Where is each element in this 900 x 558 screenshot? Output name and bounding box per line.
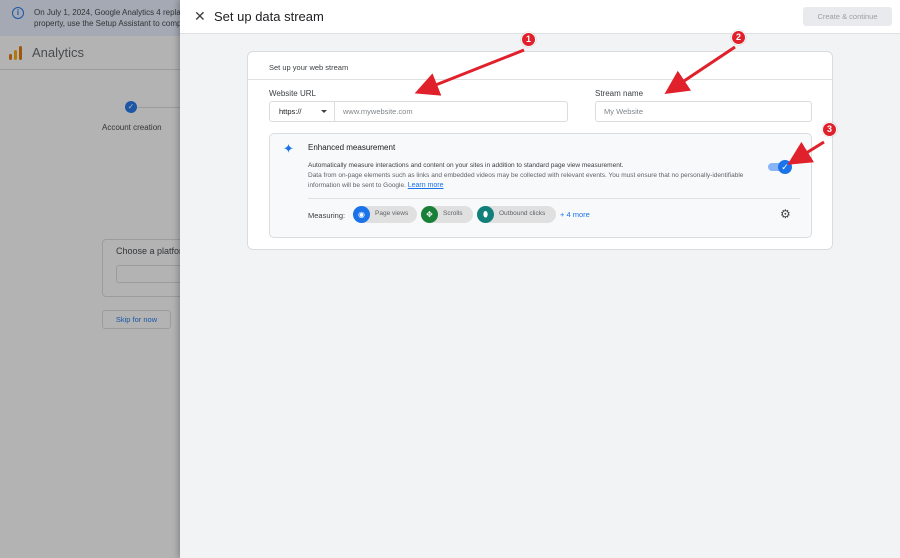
annotation-badge-3: 3 bbox=[822, 122, 837, 137]
web-stream-card: Set up your web stream Website URL https… bbox=[247, 51, 833, 250]
divider bbox=[308, 198, 800, 199]
chip-outbound-clicks[interactable]: ⬮ Outbound clicks bbox=[477, 206, 556, 223]
protocol-select[interactable]: https:// bbox=[269, 101, 335, 122]
description-detail-text: Data from on-page elements such as links… bbox=[308, 172, 744, 189]
description-line: Automatically measure interactions and c… bbox=[308, 162, 624, 169]
protocol-value: https:// bbox=[279, 107, 302, 116]
annotation-badge-1: 1 bbox=[521, 32, 536, 47]
toggle-check-icon[interactable]: ✓ bbox=[778, 160, 792, 174]
learn-more-link[interactable]: Learn more bbox=[408, 182, 444, 189]
create-continue-button[interactable]: Create & continue bbox=[803, 7, 892, 26]
setup-panel: ✕ Set up data stream Create & continue S… bbox=[180, 0, 900, 558]
website-url-label: Website URL bbox=[269, 89, 316, 98]
panel-title: Set up data stream bbox=[214, 9, 324, 24]
sparkle-icon: ✦ bbox=[283, 141, 294, 156]
measuring-label: Measuring: bbox=[308, 211, 346, 220]
divider bbox=[248, 79, 832, 80]
gear-icon[interactable]: ⚙ bbox=[780, 208, 791, 220]
stream-name-input[interactable]: My Website bbox=[595, 101, 812, 122]
enhanced-measurement-description: Automatically measure interactions and c… bbox=[308, 161, 756, 191]
close-icon[interactable]: ✕ bbox=[194, 8, 206, 24]
website-url-input[interactable]: www.mywebsite.com bbox=[335, 101, 568, 122]
description-detail: Data from on-page elements such as links… bbox=[308, 171, 756, 191]
enhanced-measurement-box: ✦ Enhanced measurement Automatically mea… bbox=[269, 133, 812, 238]
chip-scrolls[interactable]: ✥ Scrolls bbox=[421, 206, 473, 223]
panel-header: ✕ Set up data stream Create & continue bbox=[180, 0, 900, 34]
annotation-badge-2: 2 bbox=[731, 30, 746, 45]
chip-page-views[interactable]: ◉ Page views bbox=[353, 206, 417, 223]
caret-down-icon bbox=[321, 110, 327, 113]
chip-label: Scrolls bbox=[443, 210, 463, 217]
eye-icon: ◉ bbox=[353, 206, 370, 223]
more-events-link[interactable]: + 4 more bbox=[560, 210, 590, 219]
lock-icon: ⬮ bbox=[477, 206, 494, 223]
chip-label: Outbound clicks bbox=[499, 210, 546, 217]
card-title: Set up your web stream bbox=[269, 63, 349, 72]
crosshair-icon: ✥ bbox=[421, 206, 438, 223]
modal-scrim[interactable] bbox=[0, 0, 180, 558]
chip-label: Page views bbox=[375, 210, 409, 217]
stream-name-label: Stream name bbox=[595, 89, 644, 98]
enhanced-measurement-title: Enhanced measurement bbox=[308, 143, 396, 152]
